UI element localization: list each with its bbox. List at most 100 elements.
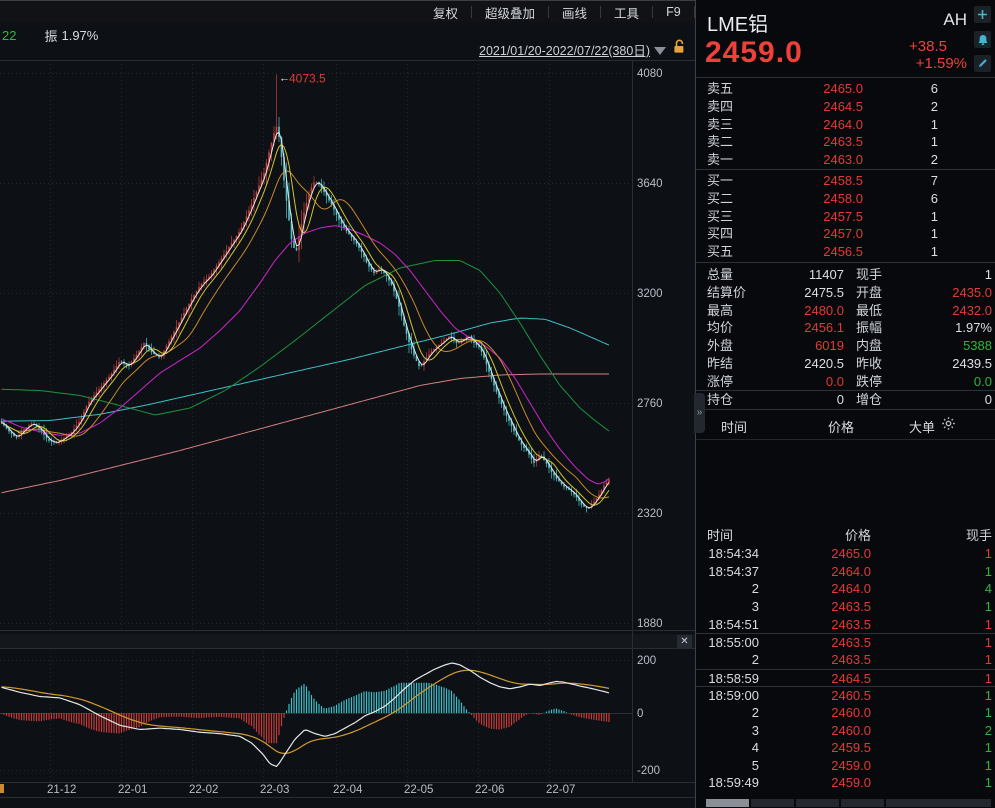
stat-value: 1 <box>900 266 992 284</box>
panel-expand-handle[interactable]: » <box>694 393 705 433</box>
tape-page-segment-1[interactable] <box>706 799 749 807</box>
menu-item-2[interactable]: 超级叠加 <box>472 3 548 22</box>
add-watchlist-button[interactable] <box>974 6 991 23</box>
svg-text:4080: 4080 <box>637 68 663 80</box>
date-range-control[interactable]: 2021/01/20-2022/07/22(380日) <box>479 40 686 59</box>
book-qty: 2 <box>866 98 938 116</box>
tape-page-segment-3[interactable] <box>796 799 839 807</box>
tape-qty: 1 <box>920 774 992 792</box>
amplitude-value: 1.97% <box>61 28 98 43</box>
svg-text:3640: 3640 <box>637 178 663 190</box>
tape-time: 18:54:37 <box>707 563 759 581</box>
book-price: 2456.5 <box>786 243 863 261</box>
svg-text:4073.5: 4073.5 <box>289 72 326 86</box>
stat-value: 2435.0 <box>900 284 992 302</box>
sell-row[interactable]: 卖二2463.51 <box>696 133 995 151</box>
tape-row: 18:58:592464.51 <box>696 669 995 687</box>
book-level-label: 卖五 <box>707 80 733 98</box>
main-chart[interactable]: ←4073.54080364032002760232018802000-2002… <box>0 60 695 808</box>
book-qty: 2 <box>866 151 938 169</box>
book-price: 2458.0 <box>786 190 863 208</box>
tab-price[interactable]: 价格 <box>828 417 854 436</box>
book-qty: 7 <box>866 172 938 190</box>
sell-row[interactable]: 卖五 2465.06 <box>696 80 995 98</box>
tape-row: 18:59:492459.01 <box>696 774 995 792</box>
buy-row[interactable]: 买一2458.57 <box>696 172 995 190</box>
menu-item-3[interactable]: 画线 <box>549 3 600 22</box>
stat-value: 5388 <box>900 337 992 355</box>
tape-row: 52459.01 <box>696 757 995 775</box>
stat-value: 0.0 <box>756 373 844 391</box>
menu-item-4[interactable]: 工具 <box>601 3 652 22</box>
stat-label: 内盘 <box>856 337 882 355</box>
status-left: 22 振 1.97% <box>2 26 98 45</box>
svg-text:22-07: 22-07 <box>546 784 575 796</box>
book-price: 2465.0 <box>786 80 863 98</box>
sell-row[interactable]: 卖三2464.01 <box>696 116 995 134</box>
book-level-label: 买一 <box>707 172 733 190</box>
book-qty: 6 <box>866 80 938 98</box>
stat-value: 0.0 <box>900 373 992 391</box>
book-level-label: 买二 <box>707 190 733 208</box>
quote-panel: LME铝 AH 2459.0 +38.5 +1.59% 卖五2465.06卖四2… <box>695 0 995 808</box>
stat-value: 6019 <box>756 337 844 355</box>
tape-row: 42459.51 <box>696 739 995 757</box>
sell-row[interactable]: 卖一2463.02 <box>696 151 995 169</box>
buy-row[interactable]: 买五2456.51 <box>696 243 995 261</box>
buy-row[interactable]: 买四2457.01 <box>696 225 995 243</box>
svg-text:2760: 2760 <box>637 398 663 410</box>
tab-time[interactable]: 时间 <box>721 417 747 436</box>
svg-text:22-03: 22-03 <box>260 784 289 796</box>
stat-label: 最低 <box>856 302 882 320</box>
book-level-label: 买五 <box>707 243 733 261</box>
chevron-down-icon[interactable] <box>654 47 666 55</box>
menu-item-1[interactable]: 复权 <box>420 3 471 22</box>
book-price: 2457.0 <box>786 225 863 243</box>
stat-label: 总量 <box>707 266 733 284</box>
tape-time: 18:54:51 <box>707 616 759 634</box>
book-qty: 1 <box>866 208 938 226</box>
last-price: 2459.0 <box>705 36 803 70</box>
tape-qty: 1 <box>920 670 992 688</box>
buy-row[interactable]: 买三2457.51 <box>696 208 995 226</box>
book-qty: 1 <box>866 116 938 134</box>
instrument-title: LME铝 <box>707 8 768 37</box>
stat-label: 最高 <box>707 302 733 320</box>
corner-marker <box>0 784 4 793</box>
stat-label: 昨收 <box>856 355 882 373</box>
close-icon[interactable]: ✕ <box>677 635 692 649</box>
amplitude-label: 振 <box>44 26 57 45</box>
tape-page-segment-2[interactable] <box>751 799 794 807</box>
date-range-text[interactable]: 2021/01/20-2022/07/22(380日) <box>479 40 650 59</box>
stat-label: 均价 <box>707 319 733 337</box>
tape-time: 3 <box>707 598 759 616</box>
tape-page-segment-5[interactable] <box>886 799 991 807</box>
stat-value: 2420.5 <box>756 355 844 373</box>
book-level-label: 买三 <box>707 208 733 226</box>
tab-big-orders[interactable]: 大单 <box>909 417 935 436</box>
stat-label: 跌停 <box>856 373 882 391</box>
sell-row[interactable]: 卖四2464.52 <box>696 98 995 116</box>
stat-label: 外盘 <box>707 337 733 355</box>
menu-item-5[interactable]: F9 <box>653 5 694 19</box>
stat-value: 2456.1 <box>756 319 844 337</box>
gear-icon[interactable] <box>941 416 956 436</box>
tape-price: 2464.5 <box>794 670 871 688</box>
tape-time: 18:59:49 <box>707 774 759 792</box>
tape-qty: 1 <box>920 757 992 775</box>
tape-row: 32463.51 <box>696 598 995 616</box>
unlock-icon[interactable] <box>673 39 686 59</box>
stat-value: 2475.5 <box>756 284 844 302</box>
alert-bell-button[interactable] <box>974 31 991 48</box>
tape-time: 5 <box>707 757 759 775</box>
buy-row[interactable]: 买二2458.06 <box>696 190 995 208</box>
tape-row: 18:59:002460.51 <box>696 686 995 704</box>
tape-qty: 1 <box>920 651 992 669</box>
book-level-label: 卖三 <box>707 116 733 134</box>
edit-pencil-button[interactable] <box>974 55 991 72</box>
tape-page-scrollbar <box>706 799 993 807</box>
tape-price: 2463.5 <box>794 651 871 669</box>
tape-time: 4 <box>707 739 759 757</box>
tape-time: 3 <box>707 722 759 740</box>
tape-page-segment-4[interactable] <box>841 799 884 807</box>
